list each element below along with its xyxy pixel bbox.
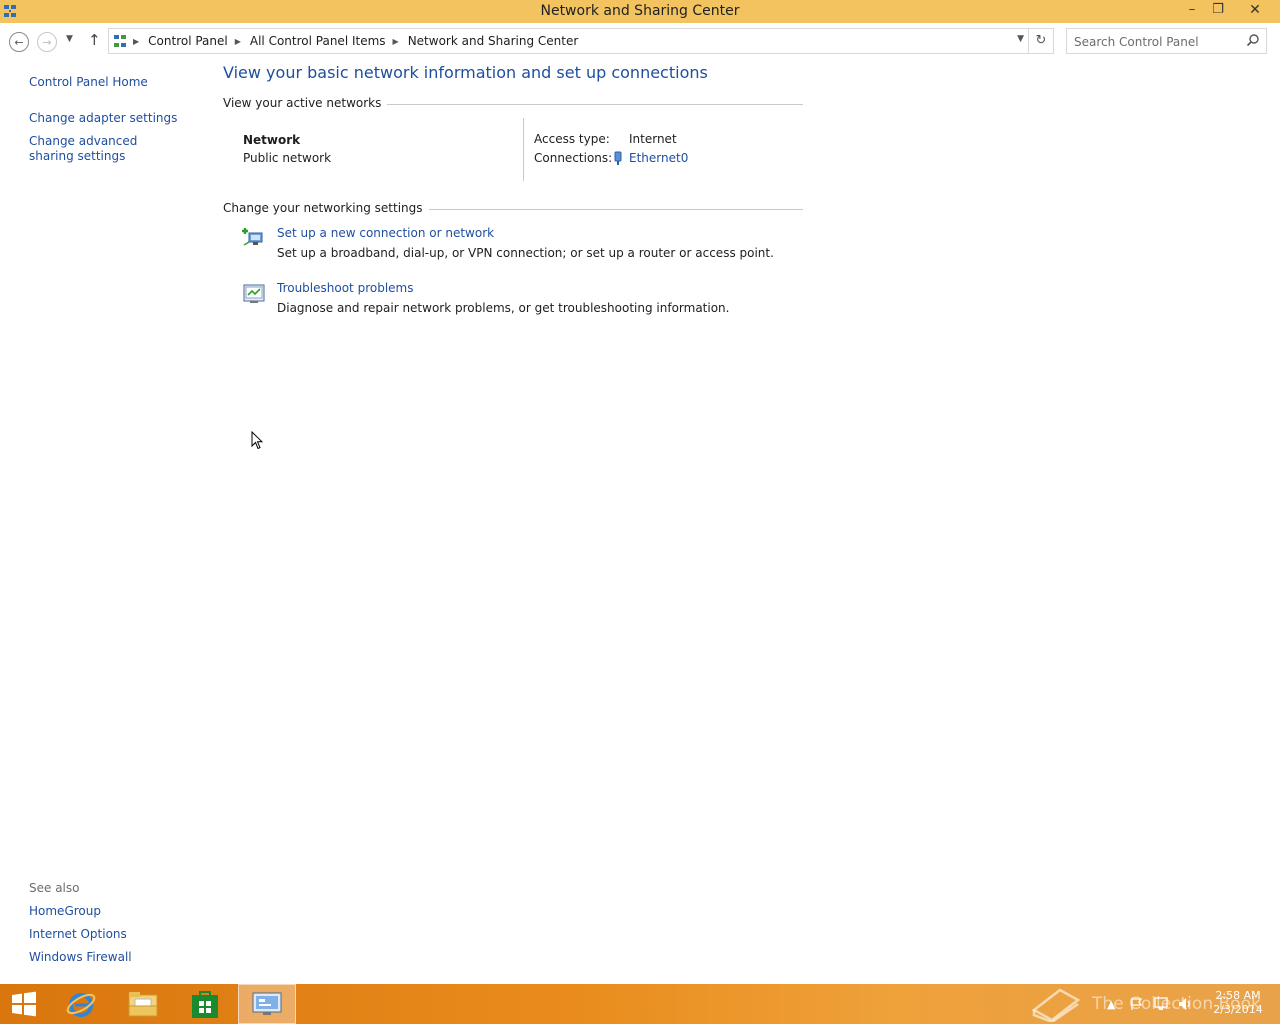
store-icon (192, 991, 218, 1018)
taskbar-internet-explorer[interactable] (52, 984, 110, 1024)
internet-explorer-icon (66, 993, 96, 1017)
arrow-left-icon: ← (14, 35, 24, 49)
divider (523, 118, 524, 181)
minimize-button[interactable]: – (1179, 0, 1205, 22)
up-button[interactable]: ↑ (88, 31, 101, 49)
new-connection-icon (242, 228, 263, 246)
ethernet-icon (614, 151, 622, 165)
section-heading: View your active networks (223, 96, 382, 110)
title-bar: Network and Sharing Center – ❐ ✕ (0, 0, 1280, 23)
internet-options-link[interactable]: Internet Options (29, 927, 127, 941)
search-icon[interactable] (1246, 33, 1260, 47)
access-type-label: Access type: (534, 132, 610, 146)
forward-button[interactable]: → (37, 32, 57, 52)
refresh-icon: ↻ (1035, 33, 1047, 48)
breadcrumb-network-sharing[interactable]: Network and Sharing Center (408, 34, 579, 48)
book-icon (1031, 988, 1081, 1022)
network-type-link[interactable]: Public network (243, 151, 331, 165)
start-button[interactable] (0, 984, 48, 1024)
refresh-button[interactable]: ↻ (1029, 28, 1054, 54)
navigation-bar: ← → ▼ ↑ ▶ Control Panel ▶ All Control Pa… (0, 23, 1280, 59)
file-explorer-icon (128, 992, 158, 1017)
control-panel-icon (114, 35, 126, 47)
chevron-right-icon[interactable]: ▶ (393, 37, 399, 46)
watermark: The Collection Book (1030, 984, 1261, 1024)
troubleshoot-description: Diagnose and repair network problems, or… (277, 301, 730, 315)
access-type-value: Internet (629, 132, 677, 146)
setup-connection-link[interactable]: Set up a new connection or network (277, 226, 494, 240)
window-title: Network and Sharing Center (540, 3, 740, 19)
windows-firewall-link[interactable]: Windows Firewall (29, 950, 132, 964)
troubleshoot-link[interactable]: Troubleshoot problems (277, 281, 413, 295)
section-heading: Change your networking settings (223, 201, 423, 215)
change-adapter-settings-link[interactable]: Change adapter settings (29, 111, 177, 125)
breadcrumb-all-items[interactable]: All Control Panel Items (250, 34, 386, 48)
divider (387, 103, 803, 105)
change-settings-section: Change your networking settings (223, 201, 803, 215)
change-advanced-sharing-link[interactable]: Change advanced sharing settings (29, 134, 179, 164)
chevron-right-icon[interactable]: ▶ (133, 37, 139, 46)
network-name: Network (243, 133, 301, 147)
address-bar[interactable]: ▶ Control Panel ▶ All Control Panel Item… (108, 28, 1029, 54)
watermark-text: The Collection Book (1092, 994, 1261, 1014)
divider (428, 208, 803, 210)
taskbar-control-panel[interactable] (238, 984, 296, 1024)
arrow-right-icon: → (42, 35, 52, 49)
maximize-button[interactable]: ❐ (1205, 0, 1231, 22)
taskbar-store[interactable] (176, 984, 234, 1024)
connections-label: Connections: (534, 151, 613, 165)
page-title: View your basic network information and … (223, 63, 708, 82)
control-panel-home-link[interactable]: Control Panel Home (29, 75, 148, 89)
mouse-cursor-icon (251, 431, 263, 450)
active-networks-section: View your active networks (223, 96, 803, 110)
search-input[interactable] (1074, 31, 1244, 53)
breadcrumb-control-panel[interactable]: Control Panel (148, 34, 228, 48)
troubleshoot-icon (243, 284, 265, 303)
setup-connection-description: Set up a broadband, dial-up, or VPN conn… (277, 246, 774, 260)
control-panel-icon (252, 992, 282, 1015)
start-icon (12, 991, 36, 1017)
see-also-label: See also (29, 881, 80, 895)
back-button[interactable]: ← (9, 32, 29, 52)
search-box (1066, 28, 1267, 54)
breadcrumb: ▶ Control Panel ▶ All Control Panel Item… (133, 34, 578, 48)
ethernet-connection-link[interactable]: Ethernet0 (629, 151, 688, 165)
taskbar-file-explorer[interactable] (114, 984, 172, 1024)
close-button[interactable]: ✕ (1242, 0, 1268, 22)
recent-locations-dropdown[interactable]: ▼ (66, 34, 73, 44)
arrow-up-icon: ↑ (88, 31, 101, 49)
homegroup-link[interactable]: HomeGroup (29, 904, 101, 918)
chevron-down-icon[interactable]: ▼ (1017, 34, 1024, 44)
chevron-right-icon[interactable]: ▶ (235, 37, 241, 46)
